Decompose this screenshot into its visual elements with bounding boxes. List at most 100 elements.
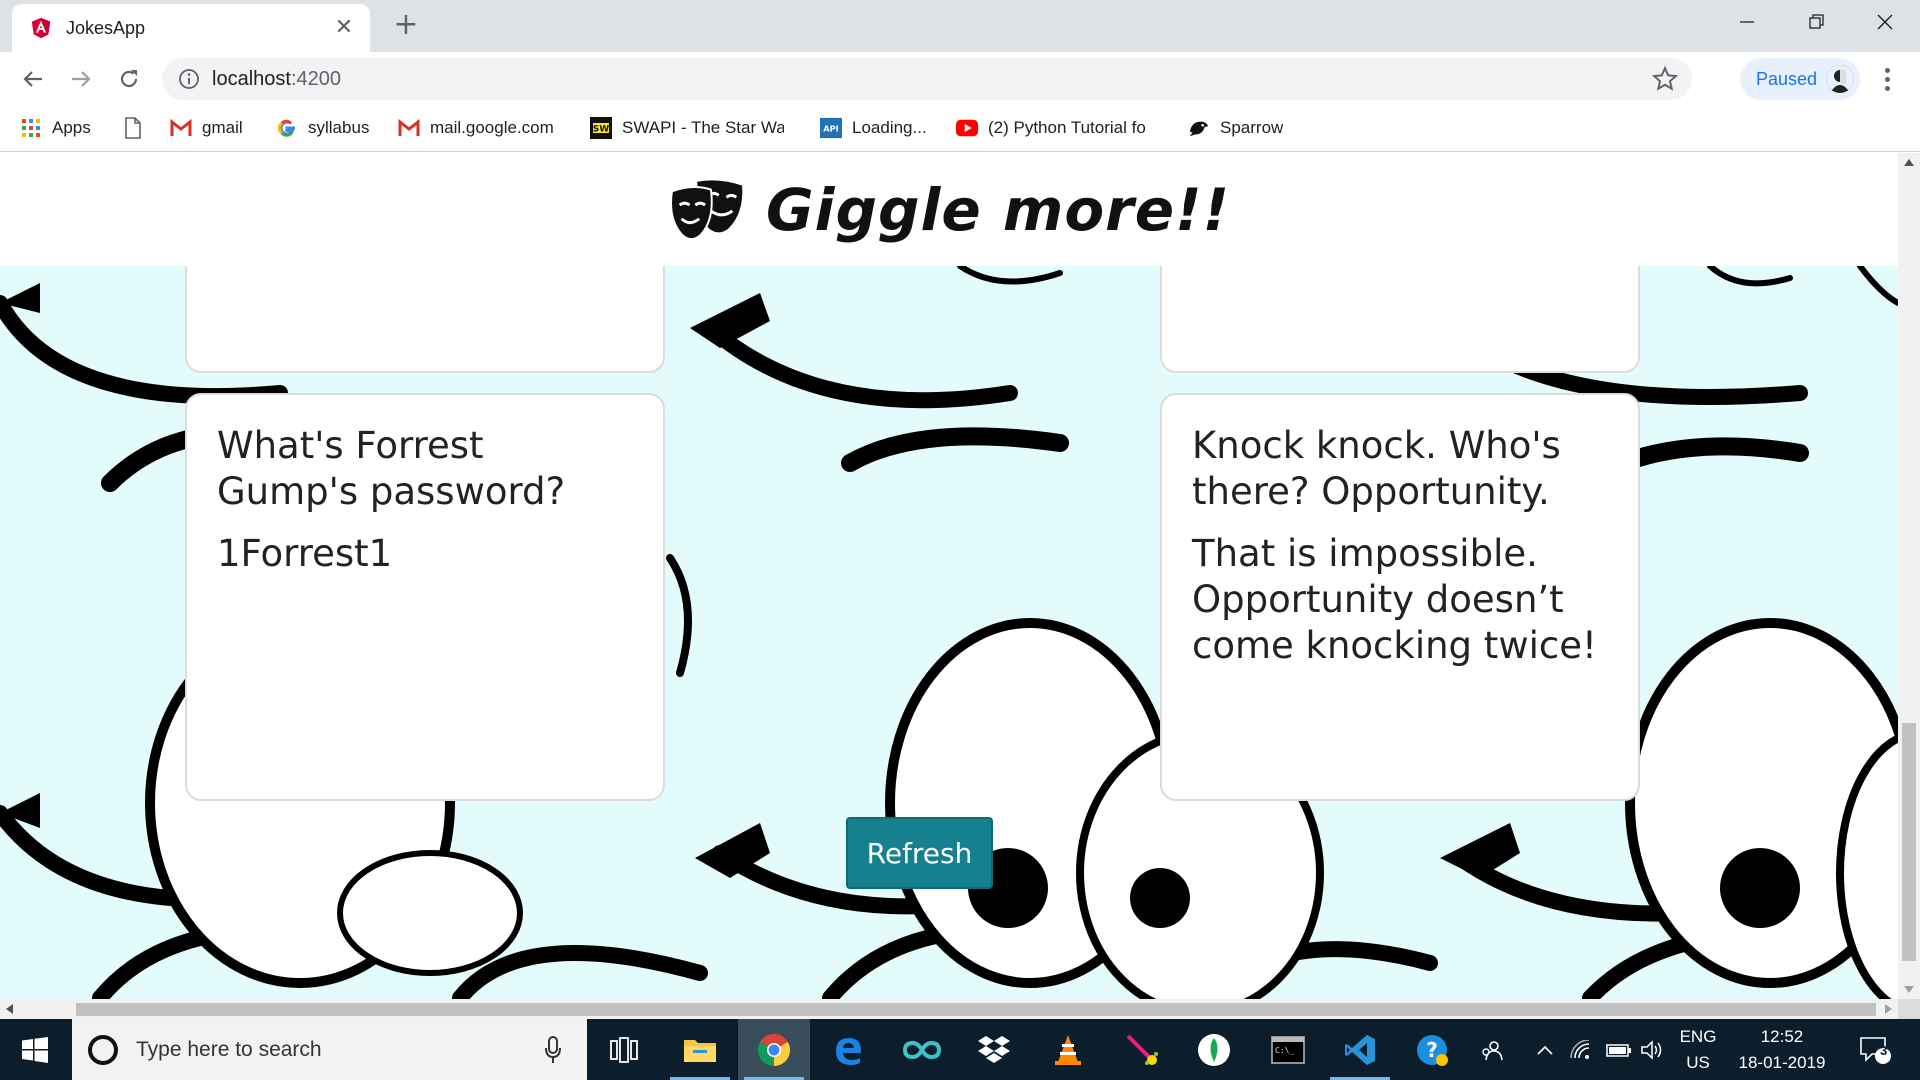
- bookmark-label: SWAPI - The Star War: [622, 118, 784, 137]
- task-view-button[interactable]: [588, 1019, 660, 1080]
- apps-grid-icon: [20, 117, 42, 139]
- restore-button[interactable]: [1782, 0, 1852, 44]
- mongodb-compass-button[interactable]: [1178, 1019, 1250, 1080]
- edge-icon: [836, 1037, 861, 1065]
- profile-paused-button[interactable]: Paused: [1740, 58, 1860, 100]
- keyboard-region: US: [1686, 1052, 1710, 1072]
- cheat-engine-button[interactable]: [1106, 1019, 1178, 1080]
- url-host: localhost: [212, 68, 291, 90]
- people-icon: [1482, 1040, 1503, 1060]
- bookmark-label: Apps: [52, 118, 91, 137]
- bookmark-apps[interactable]: Apps: [20, 114, 91, 142]
- vertical-scroll-thumb[interactable]: [1902, 723, 1916, 961]
- battery-icon: [1606, 1043, 1631, 1057]
- scroll-left-arrow-icon[interactable]: [6, 1004, 13, 1014]
- forward-button[interactable]: [64, 62, 98, 96]
- browser-toolbar: localhost:4200 Paused: [0, 52, 1920, 104]
- joke-answer: That is impossible. Opportunity doesn’t …: [1192, 532, 1597, 667]
- page-title: Giggle more!!: [765, 175, 1231, 244]
- svg-text:?: ?: [1426, 1038, 1438, 1062]
- reload-button[interactable]: [112, 62, 146, 96]
- scroll-right-arrow-icon[interactable]: [1885, 1004, 1892, 1014]
- angular-icon: [31, 17, 51, 39]
- volume-button[interactable]: [1638, 1019, 1668, 1080]
- joke-question: Knock knock. Who's there? Opportunity.: [1192, 424, 1561, 513]
- clock[interactable]: 12:52 18-01-2019: [1732, 1019, 1832, 1080]
- people-button[interactable]: [1470, 1019, 1514, 1080]
- bookmark-gmail[interactable]: gmail: [170, 114, 243, 142]
- info-icon[interactable]: [178, 68, 200, 90]
- vlc-icon: [1055, 1034, 1081, 1065]
- youtube-icon: [956, 117, 978, 139]
- api-icon: API: [820, 117, 842, 139]
- avatar: [1826, 65, 1854, 93]
- theater-masks-icon: [670, 179, 743, 240]
- arduino-icon: [903, 1040, 941, 1059]
- back-button[interactable]: [16, 62, 50, 96]
- profile-status: Paused: [1756, 68, 1818, 89]
- bookmark-label: (2) Python Tutorial fo: [988, 118, 1146, 137]
- language-indicator[interactable]: ENG US: [1668, 1019, 1728, 1080]
- edge-button[interactable]: [812, 1019, 884, 1080]
- page-header: Giggle more!!: [0, 153, 1898, 266]
- scroll-up-arrow-icon[interactable]: [1904, 159, 1914, 166]
- vlc-button[interactable]: [1032, 1019, 1104, 1080]
- svg-text:API: API: [823, 124, 839, 134]
- chrome-taskbar-button[interactable]: [738, 1019, 810, 1080]
- microphone-icon[interactable]: [545, 1036, 561, 1064]
- battery-button[interactable]: [1602, 1019, 1636, 1080]
- sparrow-icon: [1188, 117, 1210, 139]
- bookmark-star-icon[interactable]: [1652, 66, 1678, 92]
- tray-overflow-button[interactable]: [1530, 1019, 1560, 1080]
- bookmark-swapi[interactable]: SW SWAPI - The Star War: [590, 114, 784, 142]
- dropbox-button[interactable]: [958, 1019, 1030, 1080]
- close-icon: [1877, 14, 1893, 30]
- mongodb-icon: [1198, 1033, 1230, 1066]
- file-explorer-button[interactable]: [664, 1019, 736, 1080]
- bookmark-syllabus[interactable]: syllabus: [276, 114, 369, 142]
- arduino-button[interactable]: [886, 1019, 958, 1080]
- horizontal-scroll-thumb[interactable]: [76, 1003, 1876, 1016]
- bookmark-api-loading[interactable]: API Loading...: [820, 114, 927, 142]
- tab-close-icon[interactable]: ✕: [332, 16, 356, 40]
- action-center-button[interactable]: 3: [1845, 1019, 1905, 1080]
- chrome-icon: [758, 1033, 790, 1066]
- taskbar-search[interactable]: Type here to search: [72, 1019, 587, 1080]
- terminal-button[interactable]: C:\_: [1252, 1019, 1324, 1080]
- bookmark-label: gmail: [202, 118, 243, 137]
- task-view-icon: [610, 1036, 638, 1063]
- browser-titlebar: JokesApp ✕ +: [0, 0, 1920, 52]
- browser-menu-button[interactable]: [1872, 62, 1902, 96]
- scroll-down-arrow-icon[interactable]: [1904, 986, 1914, 993]
- joke-question: What's Forrest Gump's password?: [217, 424, 566, 513]
- vscode-button[interactable]: [1324, 1019, 1396, 1080]
- tab-title: JokesApp: [66, 17, 146, 38]
- bookmark-label: Loading...: [852, 118, 927, 137]
- minimize-button[interactable]: [1712, 0, 1782, 44]
- volume-icon: [1641, 1039, 1662, 1060]
- wifi-button[interactable]: [1566, 1019, 1596, 1080]
- refresh-button[interactable]: Refresh: [846, 817, 993, 889]
- reload-icon: [120, 70, 138, 88]
- tab-jokesapp[interactable]: JokesApp ✕: [12, 4, 370, 52]
- start-button[interactable]: [0, 1019, 70, 1080]
- clock-date: 18-01-2019: [1738, 1052, 1826, 1072]
- google-icon: [276, 117, 298, 139]
- bookmark-sparrow[interactable]: Sparrow: [1188, 114, 1283, 142]
- language-code: ENG: [1679, 1026, 1717, 1046]
- bookmark-page[interactable]: [122, 114, 154, 142]
- bookmark-mail-google[interactable]: mail.google.com: [398, 114, 554, 142]
- chevron-up-icon: [1537, 1045, 1553, 1055]
- close-window-button[interactable]: [1850, 0, 1920, 44]
- bookmark-python-tutorial[interactable]: (2) Python Tutorial fo: [956, 114, 1156, 142]
- horizontal-scrollbar[interactable]: [0, 999, 1898, 1019]
- help-button[interactable]: ?: [1396, 1019, 1468, 1080]
- windows-taskbar: Type here to search C:\_ ? ENG US 12:52 …: [0, 1019, 1920, 1080]
- joke-card: What's Forrest Gump's password? 1Forrest…: [185, 393, 665, 801]
- new-tab-button[interactable]: +: [390, 10, 422, 42]
- help-icon: ?: [1417, 1034, 1448, 1066]
- vertical-scrollbar[interactable]: [1898, 153, 1920, 999]
- clock-time: 12:52: [1760, 1026, 1804, 1046]
- address-bar[interactable]: localhost:4200: [162, 58, 1692, 100]
- joke-card: Knock knock. Who's there? Opportunity. T…: [1160, 393, 1640, 801]
